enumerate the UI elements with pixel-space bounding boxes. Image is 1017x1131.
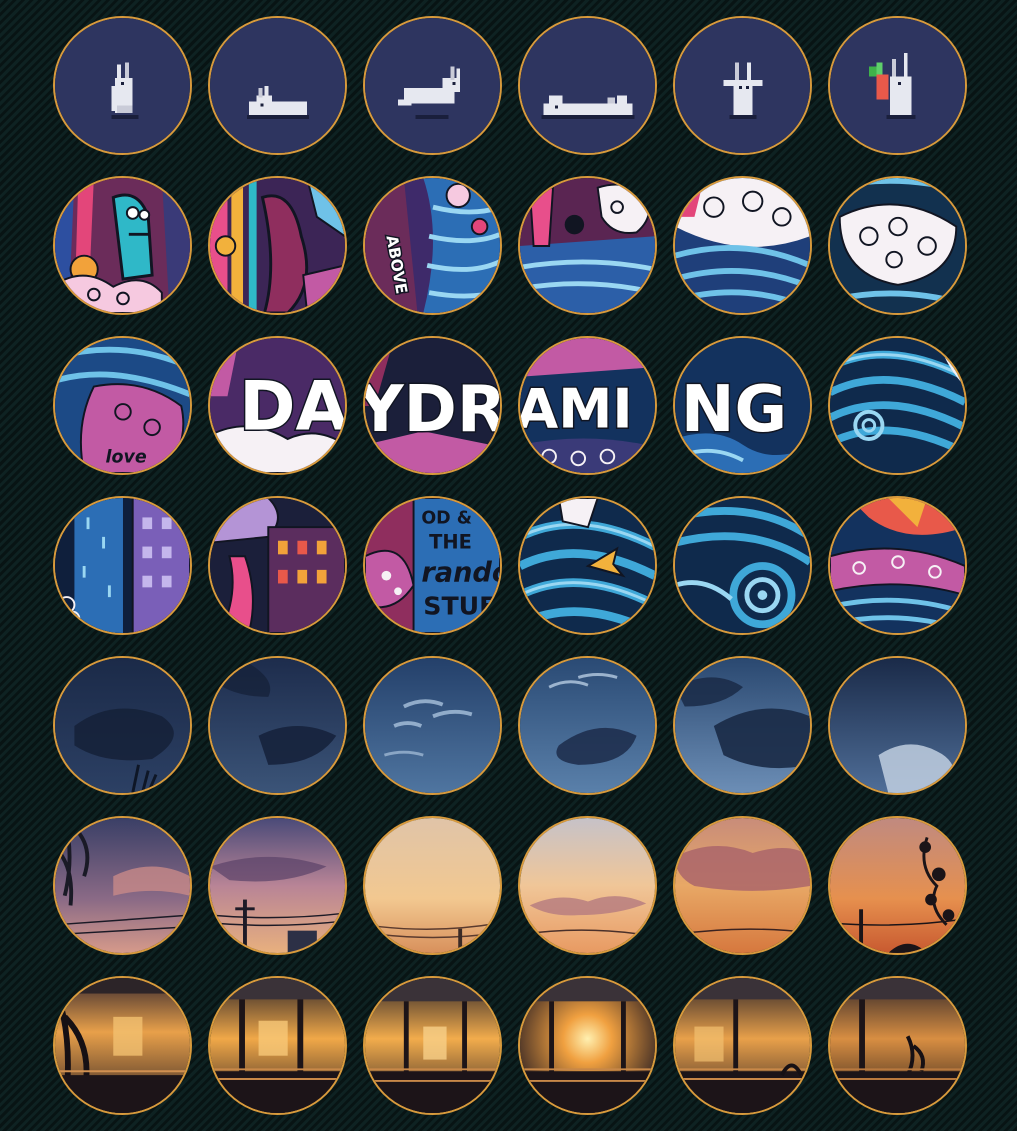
sticker-doodle-stuff-sign[interactable]: OD & THE rando STUF: [363, 496, 502, 635]
sticker-sky-night-6[interactable]: [828, 656, 967, 795]
sticker-letters-da[interactable]: DA: [208, 336, 347, 475]
amj-text: AMI: [520, 377, 633, 440]
sticker-bunny-sitting[interactable]: [53, 16, 192, 155]
sticker-letters-ydr[interactable]: YDR: [363, 336, 502, 475]
ydr-text: YDR: [365, 373, 500, 447]
da-text: DA: [239, 367, 345, 446]
sticker-station-5[interactable]: [673, 976, 812, 1115]
sticker-bunny-lying[interactable]: [208, 16, 347, 155]
sticker-sky-night-3[interactable]: [363, 656, 502, 795]
stuff-text-1: OD &: [421, 508, 472, 528]
sticker-sunset-vines[interactable]: [828, 816, 967, 955]
sticker-station-2[interactable]: [208, 976, 347, 1115]
sticker-station-6[interactable]: [828, 976, 967, 1115]
sticker-doodle-flower-reef[interactable]: [828, 496, 967, 635]
sticker-station-3[interactable]: [363, 976, 502, 1115]
sticker-bunny-waving[interactable]: [673, 16, 812, 155]
sticker-bunny-flat[interactable]: [518, 16, 657, 155]
sticker-doodle-love[interactable]: love: [53, 336, 192, 475]
sticker-sunset-glow[interactable]: [363, 816, 502, 955]
sticker-sunset-clouds[interactable]: [518, 816, 657, 955]
sticker-station-1[interactable]: [53, 976, 192, 1115]
sticker-bunny-carrot[interactable]: [828, 16, 967, 155]
sticker-grid: ABOVE love DA YDR AMI NG OD & THE rand S…: [53, 16, 967, 1115]
sticker-doodle-above[interactable]: ABOVE: [363, 176, 502, 315]
sticker-doodle-tentacle[interactable]: [208, 176, 347, 315]
sticker-doodle-clouds[interactable]: [518, 176, 657, 315]
sticker-doodle-city-building[interactable]: [208, 496, 347, 635]
sticker-doodle-city-rain[interactable]: [53, 496, 192, 635]
sticker-bunny-jumping[interactable]: [363, 16, 502, 155]
sticker-sky-night-5[interactable]: [673, 656, 812, 795]
sticker-sunset-orange[interactable]: [673, 816, 812, 955]
sticker-doodle-swirl-cloud[interactable]: [828, 176, 967, 315]
sticker-sky-night-4[interactable]: [518, 656, 657, 795]
sticker-doodle-creature[interactable]: [53, 176, 192, 315]
sticker-doodle-wave-flower[interactable]: [673, 176, 812, 315]
stuff-text-3: rando: [421, 558, 500, 589]
sticker-sunset-pole[interactable]: [208, 816, 347, 955]
sticker-doodle-fish-wave[interactable]: [518, 496, 657, 635]
sticker-letters-ng[interactable]: NG: [673, 336, 812, 475]
ng-text: NG: [681, 373, 787, 447]
stuff-text-4: STUF: [423, 592, 496, 621]
sticker-sky-night-2[interactable]: [208, 656, 347, 795]
sticker-letters-amj[interactable]: AMI: [518, 336, 657, 475]
sticker-sky-night-1[interactable]: [53, 656, 192, 795]
love-text: love: [106, 447, 147, 467]
stuff-text-2: THE: [429, 531, 472, 554]
sticker-doodle-wave[interactable]: [828, 336, 967, 475]
sticker-doodle-spiral[interactable]: [673, 496, 812, 635]
sticker-station-4[interactable]: [518, 976, 657, 1115]
sticker-sunset-leaves[interactable]: [53, 816, 192, 955]
